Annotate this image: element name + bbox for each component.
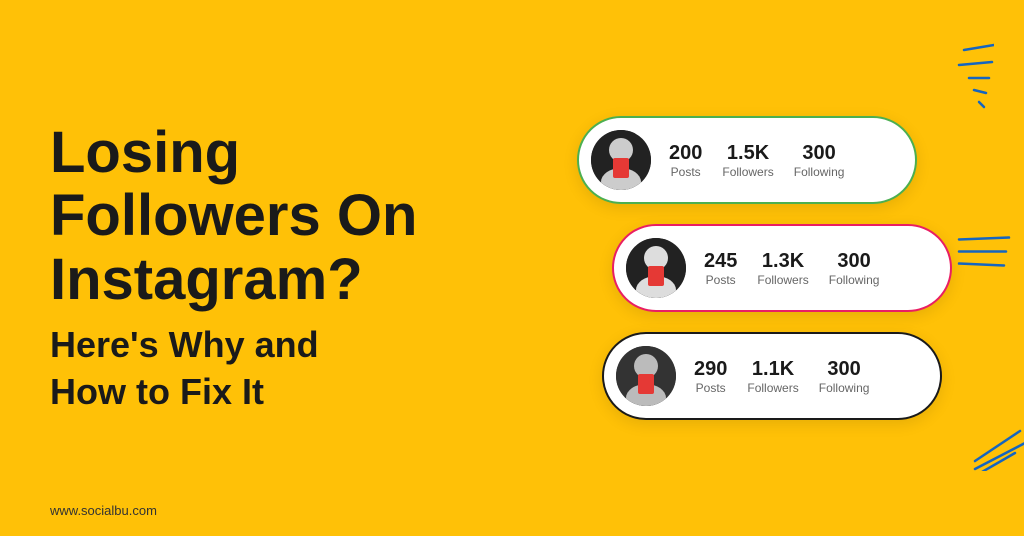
stats-1: 200 Posts 1.5K Followers 300 Following xyxy=(669,142,895,179)
followers-label-3: Followers xyxy=(747,381,798,395)
stats-2: 245 Posts 1.3K Followers 300 Following xyxy=(704,250,930,287)
deco-top-right xyxy=(914,40,994,115)
profile-card-1: 200 Posts 1.5K Followers 300 Following xyxy=(577,116,917,204)
followers-label-1: Followers xyxy=(722,165,773,179)
stats-3: 290 Posts 1.1K Followers 300 Following xyxy=(694,358,920,395)
deco-bottom-left xyxy=(970,421,1024,476)
stat-following-3: 300 Following xyxy=(819,358,870,395)
sub-title: Here's Why andHow to Fix It xyxy=(50,322,430,416)
posts-number-3: 290 xyxy=(694,358,727,381)
following-label-1: Following xyxy=(794,165,845,179)
following-number-1: 300 xyxy=(802,142,835,165)
stat-followers-2: 1.3K Followers xyxy=(757,250,808,287)
stat-followers-3: 1.1K Followers xyxy=(747,358,798,395)
following-label-2: Following xyxy=(829,273,880,287)
stat-posts-2: 245 Posts xyxy=(704,250,737,287)
following-number-3: 300 xyxy=(827,358,860,381)
page-container: LosingFollowers OnInstagram? Here's Why … xyxy=(0,0,1024,536)
profile-card-2: 245 Posts 1.3K Followers 300 Following xyxy=(612,224,952,312)
following-number-2: 300 xyxy=(837,250,870,273)
stat-following-1: 300 Following xyxy=(794,142,845,179)
avatar-1 xyxy=(591,130,651,190)
deco-mid-right xyxy=(954,230,1014,285)
main-title: LosingFollowers OnInstagram? xyxy=(50,121,430,312)
followers-number-1: 1.5K xyxy=(727,142,769,165)
stat-posts-1: 200 Posts xyxy=(669,142,702,179)
followers-number-3: 1.1K xyxy=(752,358,794,381)
profile-card-3: 290 Posts 1.1K Followers 300 Following xyxy=(602,332,942,420)
stat-following-2: 300 Following xyxy=(829,250,880,287)
right-section: 200 Posts 1.5K Followers 300 Following xyxy=(480,0,1024,536)
website-url: www.socialbu.com xyxy=(50,503,157,518)
stat-posts-3: 290 Posts xyxy=(694,358,727,395)
stat-followers-1: 1.5K Followers xyxy=(722,142,773,179)
posts-number-2: 245 xyxy=(704,250,737,273)
avatar-2 xyxy=(626,238,686,298)
followers-label-2: Followers xyxy=(757,273,808,287)
posts-label-2: Posts xyxy=(706,273,736,287)
posts-label-3: Posts xyxy=(696,381,726,395)
following-label-3: Following xyxy=(819,381,870,395)
left-section: LosingFollowers OnInstagram? Here's Why … xyxy=(0,81,480,456)
posts-number-1: 200 xyxy=(669,142,702,165)
followers-number-2: 1.3K xyxy=(762,250,804,273)
posts-label-1: Posts xyxy=(671,165,701,179)
avatar-3 xyxy=(616,346,676,406)
